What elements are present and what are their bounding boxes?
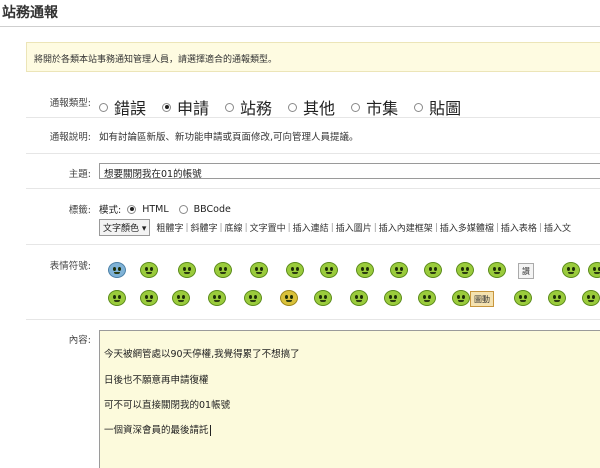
smiley-icon[interactable] bbox=[250, 262, 268, 278]
toolbar-insert-iframe[interactable]: 插入內建框架 bbox=[377, 221, 435, 234]
smiley-like-icon[interactable]: 讚 bbox=[518, 263, 534, 279]
toolbar-insert-link[interactable]: 插入連結 bbox=[291, 221, 331, 234]
smiley-icon[interactable] bbox=[452, 290, 470, 306]
type-radio-group: 錯誤 申請 站務 其他 市集 貼圖 bbox=[99, 95, 477, 119]
smiley-icon[interactable] bbox=[178, 262, 196, 278]
font-color-select[interactable]: 文字顏色 ▾ bbox=[99, 219, 151, 236]
type-option-label: 貼圖 bbox=[429, 99, 462, 118]
type-option-apply[interactable]: 申請 bbox=[162, 95, 209, 119]
mode-html-label: HTML bbox=[142, 203, 169, 215]
editor-toolbar: 文字顏色 ▾ 粗體字 | 斜體字 | 底線 | 文字置中 | 插入連結 | 插入圖片 | 插… bbox=[99, 219, 573, 236]
smiley-icon[interactable] bbox=[582, 290, 600, 306]
radio-bbcode[interactable] bbox=[178, 204, 188, 214]
smiley-like-text: 讚 bbox=[522, 266, 530, 276]
subject-input[interactable]: 想要關閉我在01的帳號 bbox=[99, 163, 600, 180]
smiley-icon[interactable] bbox=[208, 290, 226, 306]
smiley-row-2: 圖動 bbox=[106, 290, 600, 316]
type-option-label: 站務 bbox=[240, 99, 273, 118]
smiley-icon[interactable] bbox=[562, 262, 580, 278]
type-option-label: 申請 bbox=[177, 99, 210, 118]
content-line-last: 一個資深會員的最後請託 bbox=[104, 422, 211, 436]
smiley-icon[interactable] bbox=[320, 262, 338, 278]
type-label: 通報類型: bbox=[49, 98, 91, 109]
desc-text: 如有討論區新版、新功能申請或頁面修改,可向管理人員提議。 bbox=[99, 132, 359, 143]
toolbar-insert-media[interactable]: 插入多媒體檔 bbox=[438, 221, 496, 234]
text-caret bbox=[209, 425, 211, 436]
smiley-icon[interactable] bbox=[588, 262, 600, 278]
row-divider bbox=[26, 244, 600, 245]
row-divider bbox=[26, 117, 600, 118]
toolbar-bold[interactable]: 粗體字 bbox=[154, 221, 185, 234]
desc-label: 通報說明: bbox=[49, 132, 91, 143]
smiley-icon[interactable] bbox=[424, 262, 442, 278]
font-color-select-label: 文字顏色 bbox=[103, 224, 140, 234]
radio-html[interactable] bbox=[127, 204, 137, 214]
title-divider bbox=[0, 26, 600, 27]
type-option-label: 其他 bbox=[303, 99, 336, 118]
smiley-icon[interactable] bbox=[286, 262, 304, 278]
toolbar-insert-table[interactable]: 插入表格 bbox=[499, 221, 539, 234]
smiley-icon[interactable] bbox=[172, 290, 190, 306]
dropdown-arrow-icon: ▾ bbox=[141, 224, 147, 234]
radio-other[interactable] bbox=[288, 102, 298, 112]
notice-banner: 將開於各類本站事務通知管理人員，請選擇適合的通報類型。 bbox=[26, 42, 600, 72]
smiley-icon[interactable] bbox=[108, 290, 126, 306]
radio-apply[interactable] bbox=[162, 102, 172, 112]
mode-selector: 模式: HTML BBCode bbox=[99, 202, 247, 217]
smiley-icon[interactable] bbox=[140, 262, 158, 278]
mode-option-html[interactable]: HTML bbox=[127, 203, 169, 215]
row-divider bbox=[26, 319, 600, 320]
type-option-label: 市集 bbox=[366, 99, 399, 118]
page-title: 站務通報 bbox=[2, 5, 58, 21]
row-divider bbox=[26, 153, 600, 154]
smiley-icon[interactable] bbox=[280, 290, 298, 306]
type-option-other[interactable]: 其他 bbox=[288, 95, 335, 119]
smiley-icon[interactable] bbox=[140, 290, 158, 306]
mode-option-bbcode[interactable]: BBCode bbox=[178, 203, 231, 215]
smiley-icon[interactable] bbox=[350, 290, 368, 306]
smiley-label: 表情符號: bbox=[49, 261, 91, 272]
mode-label: 模式: bbox=[99, 205, 122, 216]
type-option-market[interactable]: 市集 bbox=[351, 95, 398, 119]
content-editor[interactable]: 今天被網管處以90天停權,我覺得累了不想搞了 日後也不願意再申請復權 可不可以直… bbox=[99, 330, 600, 468]
toolbar-italic[interactable]: 斜體字 bbox=[188, 221, 219, 234]
subject-label: 主題: bbox=[68, 169, 91, 180]
type-option-label: 錯誤 bbox=[114, 99, 147, 118]
tags-label: 標籤: bbox=[68, 205, 91, 216]
toolbar-insert-image[interactable]: 插入圖片 bbox=[334, 221, 374, 234]
type-option-sticker[interactable]: 貼圖 bbox=[414, 95, 461, 119]
smiley-icon[interactable] bbox=[244, 290, 262, 306]
row-divider bbox=[26, 188, 600, 189]
smiley-icon[interactable] bbox=[356, 262, 374, 278]
smiley-action-text: 圖動 bbox=[474, 294, 490, 304]
smiley-icon[interactable] bbox=[456, 262, 474, 278]
smiley-icon[interactable] bbox=[488, 262, 506, 278]
smiley-action-icon[interactable]: 圖動 bbox=[470, 291, 494, 307]
smiley-icon[interactable] bbox=[390, 262, 408, 278]
toolbar-center[interactable]: 文字置中 bbox=[248, 221, 288, 234]
radio-error[interactable] bbox=[99, 102, 108, 112]
radio-site[interactable] bbox=[225, 102, 235, 112]
smiley-row-1: 讚 bbox=[106, 262, 600, 288]
content-label: 內容: bbox=[68, 335, 91, 346]
type-option-site[interactable]: 站務 bbox=[225, 95, 272, 119]
content-line: 可不可以直接關閉我的01帳號 bbox=[104, 400, 231, 411]
smiley-icon[interactable] bbox=[384, 290, 402, 306]
toolbar-insert-text[interactable]: 插入文 bbox=[542, 221, 573, 234]
smiley-icon[interactable] bbox=[418, 290, 436, 306]
radio-market[interactable] bbox=[351, 102, 361, 112]
smiley-icon[interactable] bbox=[514, 290, 532, 306]
type-option-error[interactable]: 錯誤 bbox=[99, 95, 146, 119]
content-line: 今天被網管處以90天停權,我覺得累了不想搞了 bbox=[104, 349, 300, 360]
content-line: 日後也不願意再申請復權 bbox=[104, 375, 209, 386]
smiley-icon[interactable] bbox=[548, 290, 566, 306]
smiley-icon[interactable] bbox=[314, 290, 332, 306]
mode-bbcode-label: BBCode bbox=[193, 203, 231, 215]
smiley-icon[interactable] bbox=[108, 262, 126, 278]
smiley-icon[interactable] bbox=[214, 262, 232, 278]
radio-sticker[interactable] bbox=[414, 102, 424, 112]
content-line-text: 一個資深會員的最後請託 bbox=[104, 425, 209, 436]
toolbar-underline[interactable]: 底線 bbox=[223, 221, 245, 234]
